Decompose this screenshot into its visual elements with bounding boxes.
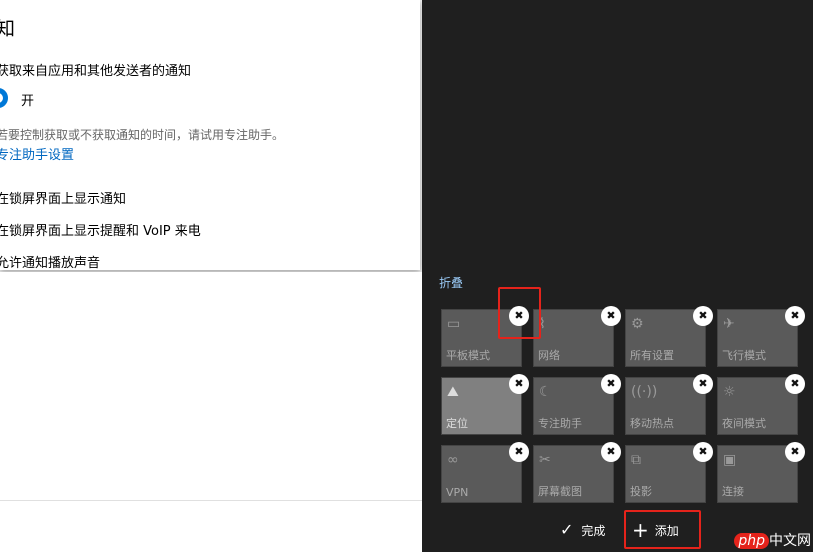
- quick-action-tile[interactable]: ⚙ 所有设置 ✖: [625, 306, 713, 367]
- notification-settings-panel: 知 获取来自应用和其他发送者的通知 开 若要控制获取或不获取通知的时间，请试用专…: [0, 0, 420, 271]
- highlight-add: [624, 510, 701, 549]
- quick-action-tile[interactable]: ☼ 夜间模式 ✖: [717, 374, 805, 435]
- tile-label: 飞行模式: [722, 349, 766, 362]
- tile-icon: ▣: [723, 452, 737, 468]
- unpin-icon[interactable]: ✖: [509, 442, 529, 462]
- page-title: 知: [0, 18, 16, 40]
- quick-action-tile[interactable]: ✂ 屏幕截图 ✖: [533, 442, 621, 503]
- quick-action-tile[interactable]: ⧉ 投影 ✖: [625, 442, 713, 503]
- tile-label: 移动热点: [630, 417, 674, 430]
- quick-action-tile[interactable]: ✈ 飞行模式 ✖: [717, 306, 805, 367]
- tile-label: 屏幕截图: [538, 485, 582, 498]
- action-center: 折叠 ▭ 平板模式 ✖ ⌇ 网络 ✖ ⚙ 所有设置 ✖ ✈ 飞行模式 ✖ ⛰ 定位 ✖ ☾ 专注助手 ✖ ((·))…: [422, 0, 813, 552]
- tile-label: 平板模式: [446, 349, 490, 362]
- watermark-logo: php: [734, 533, 769, 549]
- unpin-icon[interactable]: ✖: [601, 306, 621, 326]
- settings-background: [0, 272, 422, 552]
- toggle-state: 开: [21, 94, 35, 109]
- quick-action-tile[interactable]: ⛰ 定位 ✖: [441, 374, 529, 435]
- tile-icon: ⚙: [631, 316, 644, 332]
- divider: [0, 500, 422, 501]
- tile-label: 投影: [630, 485, 652, 498]
- tile-label: 连接: [722, 485, 744, 498]
- unpin-icon[interactable]: ✖: [785, 442, 805, 462]
- quick-action-tile[interactable]: ∞ VPN ✖: [441, 442, 529, 503]
- unpin-icon[interactable]: ✖: [693, 306, 713, 326]
- tile-label: 网络: [538, 349, 560, 362]
- tile-icon: ⧉: [631, 452, 641, 468]
- unpin-icon[interactable]: ✖: [693, 374, 713, 394]
- highlight-unpin: [498, 287, 541, 339]
- tile-icon: ☾: [539, 384, 552, 400]
- option-lockscreen-notifications[interactable]: 在锁屏界面上显示通知: [0, 188, 126, 207]
- tile-label: 定位: [446, 417, 468, 430]
- unpin-icon[interactable]: ✖: [601, 374, 621, 394]
- option-notification-sound[interactable]: 允许通知播放声音: [0, 252, 100, 271]
- tile-label: 所有设置: [630, 349, 674, 362]
- watermark-text: 中文网: [769, 533, 811, 549]
- tile-icon: ∞: [447, 452, 459, 468]
- done-label: 完成: [581, 524, 606, 538]
- check-icon: ✓: [560, 520, 574, 539]
- tile-icon: ☼: [723, 384, 736, 400]
- tile-label: 专注助手: [538, 417, 582, 430]
- unpin-icon[interactable]: ✖: [509, 374, 529, 394]
- tile-label: 夜间模式: [722, 417, 766, 430]
- watermark: php 中文网: [734, 530, 811, 550]
- unpin-icon[interactable]: ✖: [785, 374, 805, 394]
- tile-icon: ▭: [447, 316, 461, 332]
- unpin-icon[interactable]: ✖: [785, 306, 805, 326]
- unpin-icon[interactable]: ✖: [601, 442, 621, 462]
- tile-icon: ((·)): [631, 384, 658, 400]
- quick-action-tile[interactable]: ☾ 专注助手 ✖: [533, 374, 621, 435]
- unpin-icon[interactable]: ✖: [693, 442, 713, 462]
- tile-icon: ✂: [539, 452, 551, 468]
- quick-action-tile[interactable]: ⌇ 网络 ✖: [533, 306, 621, 367]
- focus-assist-link[interactable]: 专注助手设置: [0, 144, 74, 163]
- tile-icon: ⛰: [447, 384, 459, 400]
- quick-action-tile[interactable]: ((·)) 移动热点 ✖: [625, 374, 713, 435]
- done-button[interactable]: ✓ 完成: [560, 520, 605, 539]
- quick-action-tile[interactable]: ▣ 连接 ✖: [717, 442, 805, 503]
- tile-label: VPN: [446, 486, 469, 499]
- option-lockscreen-voip[interactable]: 在锁屏界面上显示提醒和 VoIP 来电: [0, 220, 201, 239]
- focus-hint: 若要控制获取或不获取通知的时间，请试用专注助手。: [0, 128, 285, 142]
- tile-icon: ✈: [723, 316, 735, 332]
- collapse-link[interactable]: 折叠: [439, 274, 463, 291]
- notifications-label: 获取来自应用和其他发送者的通知: [0, 64, 192, 79]
- notifications-toggle[interactable]: [0, 88, 8, 108]
